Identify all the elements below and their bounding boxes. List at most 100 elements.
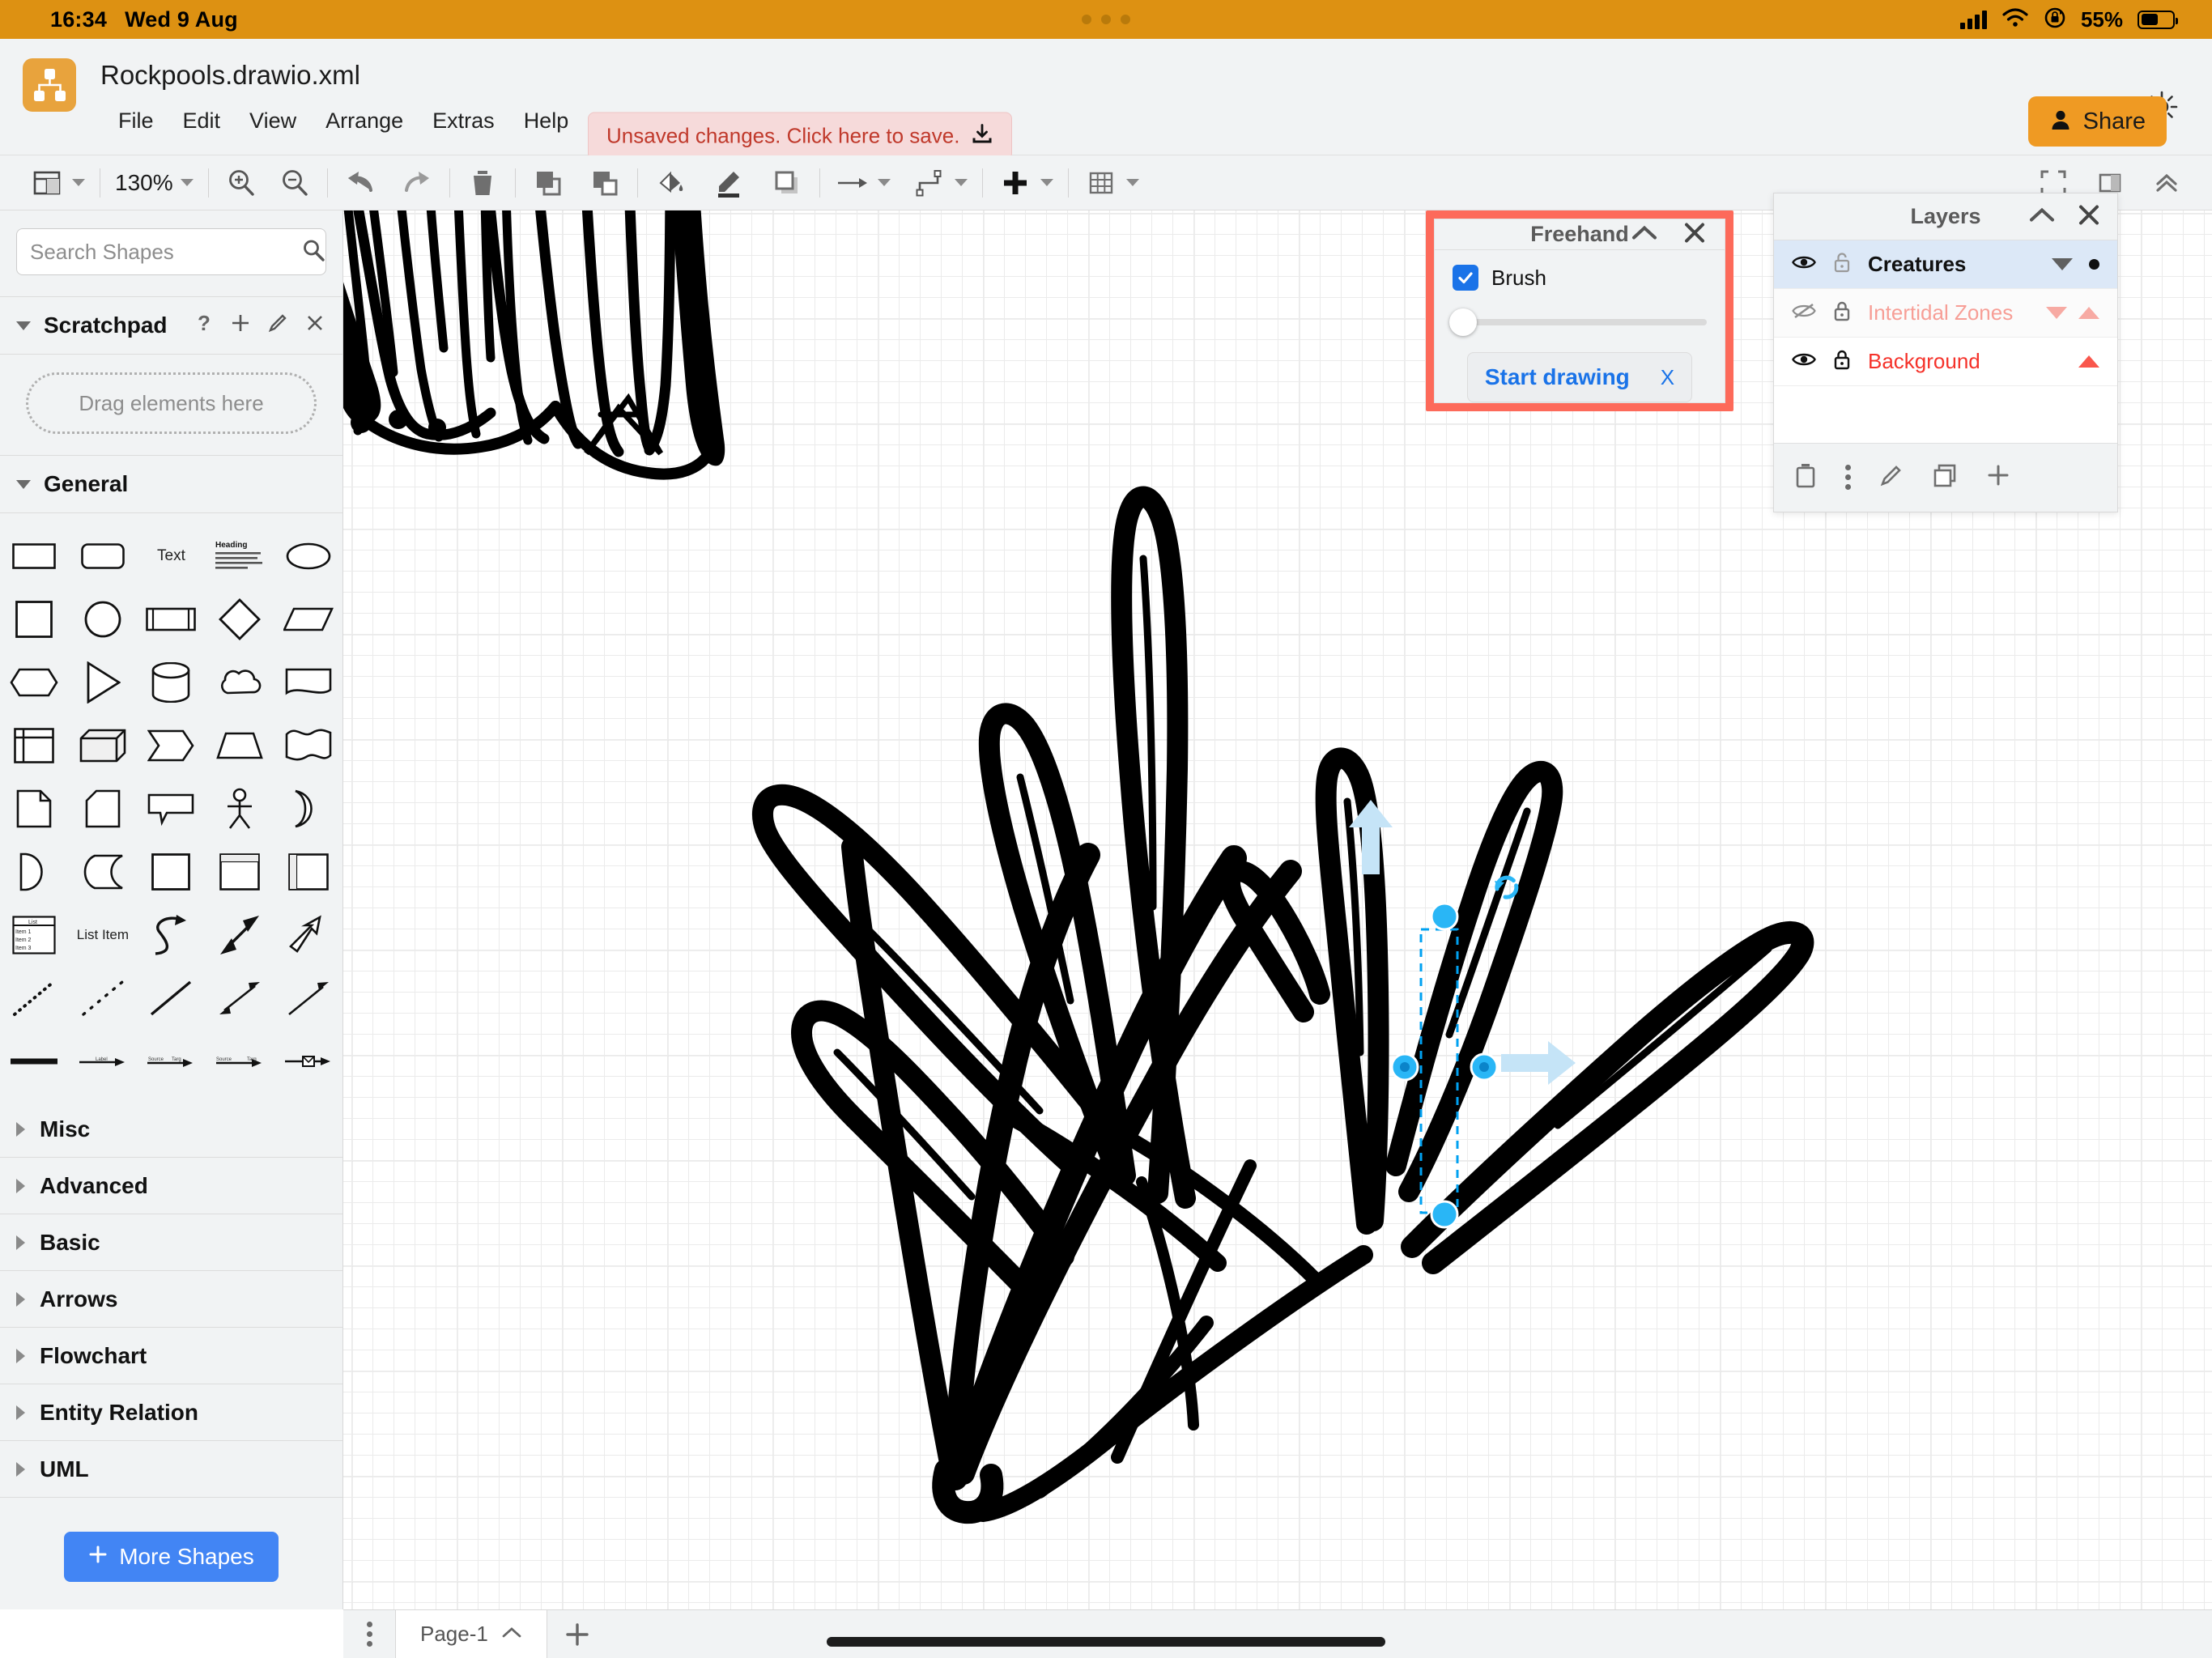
shape-triangle[interactable] [69, 657, 138, 708]
edit-pencil-icon[interactable] [1878, 462, 1904, 492]
shape-circle[interactable] [69, 594, 138, 644]
chevron-up-icon[interactable] [1631, 223, 1658, 246]
brush-size-slider[interactable] [1453, 308, 1707, 336]
shape-heading-paragraph[interactable]: Heading [206, 531, 274, 581]
menu-file[interactable]: File [104, 104, 168, 138]
shape-list-item[interactable]: List Item [69, 910, 138, 960]
shape-text[interactable]: Text [137, 531, 206, 581]
page-tab-page-1[interactable]: Page-1 [395, 1610, 547, 1658]
shape-block-arrow[interactable] [274, 910, 342, 960]
move-layer-down-icon[interactable] [2046, 307, 2067, 319]
menu-arrange[interactable]: Arrange [311, 104, 418, 138]
search-shapes-box[interactable] [16, 228, 326, 275]
zoom-in-icon[interactable] [223, 162, 259, 204]
shadow-icon[interactable] [769, 162, 805, 204]
move-layer-up-icon[interactable] [2078, 307, 2099, 319]
plus-icon[interactable] [229, 312, 252, 340]
menu-view[interactable]: View [235, 104, 311, 138]
menu-help[interactable]: Help [509, 104, 584, 138]
lock-icon[interactable] [1832, 300, 1852, 326]
shape-note[interactable] [0, 784, 69, 834]
collapse-chevron-icon[interactable] [2149, 162, 2184, 204]
lock-icon[interactable] [1832, 348, 1852, 375]
fill-color-icon[interactable] [653, 162, 688, 204]
zoom-level-label[interactable]: 130% [115, 170, 173, 196]
sidebar-item-arrows[interactable]: Arrows [0, 1271, 342, 1328]
shape-source-target-arrow[interactable]: SourceTarg [137, 1036, 206, 1086]
search-icon[interactable] [301, 238, 325, 266]
more-options-icon[interactable] [1845, 465, 1851, 490]
send-to-back-icon[interactable] [587, 162, 623, 204]
shape-card[interactable] [69, 784, 138, 834]
move-layer-down-icon[interactable] [2052, 258, 2073, 270]
eye-icon[interactable] [1792, 351, 1816, 372]
shape-vertical-container[interactable] [206, 847, 274, 897]
waypoint-style-icon[interactable] [912, 162, 947, 204]
shape-square[interactable] [0, 594, 69, 644]
duplicate-icon[interactable] [1932, 462, 1958, 492]
shape-cylinder[interactable] [137, 657, 206, 708]
shape-rectangle[interactable] [0, 531, 69, 581]
sidebar-item-entity-relation[interactable]: Entity Relation [0, 1384, 342, 1441]
close-icon[interactable] [2077, 202, 2101, 231]
menu-extras[interactable]: Extras [418, 104, 509, 138]
drawio-logo-icon[interactable] [23, 58, 76, 112]
shape-d-shape[interactable] [0, 847, 69, 897]
menu-edit[interactable]: Edit [168, 104, 236, 138]
close-icon[interactable] [1682, 220, 1707, 249]
page-options-icon[interactable] [343, 1622, 395, 1647]
shape-trapezoid[interactable] [206, 721, 274, 771]
slider-knob[interactable] [1449, 308, 1477, 336]
chevron-down-icon[interactable] [16, 321, 31, 330]
start-drawing-button[interactable]: Start drawing X [1467, 352, 1692, 402]
zoom-out-icon[interactable] [277, 162, 313, 204]
shape-cloud[interactable] [206, 657, 274, 708]
panel-layout-caret-icon[interactable] [72, 179, 85, 186]
ios-home-indicator[interactable] [827, 1637, 1385, 1647]
eye-off-icon[interactable] [1792, 302, 1816, 324]
table-grid-icon[interactable] [1083, 162, 1119, 204]
connection-caret-icon[interactable] [878, 179, 891, 186]
shape-thick-line[interactable] [0, 1036, 69, 1086]
move-layer-up-icon[interactable] [2078, 355, 2099, 368]
shape-bidirectional-arrow[interactable] [206, 910, 274, 960]
brush-option-row[interactable]: Brush [1453, 265, 1707, 291]
shape-directional-line[interactable] [274, 973, 342, 1023]
multitask-handle[interactable] [1082, 15, 1130, 24]
unsaved-changes-button[interactable]: Unsaved changes. Click here to save. [588, 113, 1012, 160]
scratchpad-dropzone[interactable]: Drag elements here [26, 372, 317, 434]
shape-curve[interactable] [137, 910, 206, 960]
shape-delay[interactable] [69, 847, 138, 897]
close-icon[interactable] [304, 312, 326, 340]
layer-row-creatures[interactable]: Creatures [1774, 240, 2117, 289]
more-shapes-button[interactable]: More Shapes [64, 1532, 279, 1582]
shape-diamond[interactable] [206, 594, 274, 644]
trash-icon[interactable] [465, 162, 500, 204]
waypoint-caret-icon[interactable] [955, 179, 968, 186]
search-input[interactable] [30, 240, 301, 265]
shape-tape[interactable] [274, 721, 342, 771]
undo-icon[interactable] [342, 162, 378, 204]
shape-or-shape[interactable] [274, 784, 342, 834]
shape-document[interactable] [274, 657, 342, 708]
chevron-down-icon[interactable] [16, 480, 31, 489]
shape-dotted-line[interactable] [0, 973, 69, 1023]
sidebar-item-flowchart[interactable]: Flowchart [0, 1328, 342, 1384]
shape-dashed-line[interactable] [69, 973, 138, 1023]
shape-step[interactable] [137, 721, 206, 771]
zoom-caret-icon[interactable] [181, 179, 194, 186]
chevron-up-icon[interactable] [501, 1625, 522, 1643]
shape-source-target-label-arrow[interactable]: SourceTarg [206, 1036, 274, 1086]
shape-labelled-arrow[interactable]: Label [69, 1036, 138, 1086]
shape-rounded-rectangle[interactable] [69, 531, 138, 581]
insert-caret-icon[interactable] [1040, 179, 1053, 186]
shape-horizontal-container[interactable] [274, 847, 342, 897]
unlock-icon[interactable] [1832, 251, 1852, 278]
edit-pencil-icon[interactable] [266, 312, 289, 340]
shape-process[interactable] [137, 594, 206, 644]
shape-parallelogram[interactable] [274, 594, 342, 644]
sidebar-item-basic[interactable]: Basic [0, 1214, 342, 1271]
connection-arrow-icon[interactable] [835, 162, 870, 204]
shape-actor[interactable] [206, 784, 274, 834]
layer-row-background[interactable]: Background [1774, 338, 2117, 386]
